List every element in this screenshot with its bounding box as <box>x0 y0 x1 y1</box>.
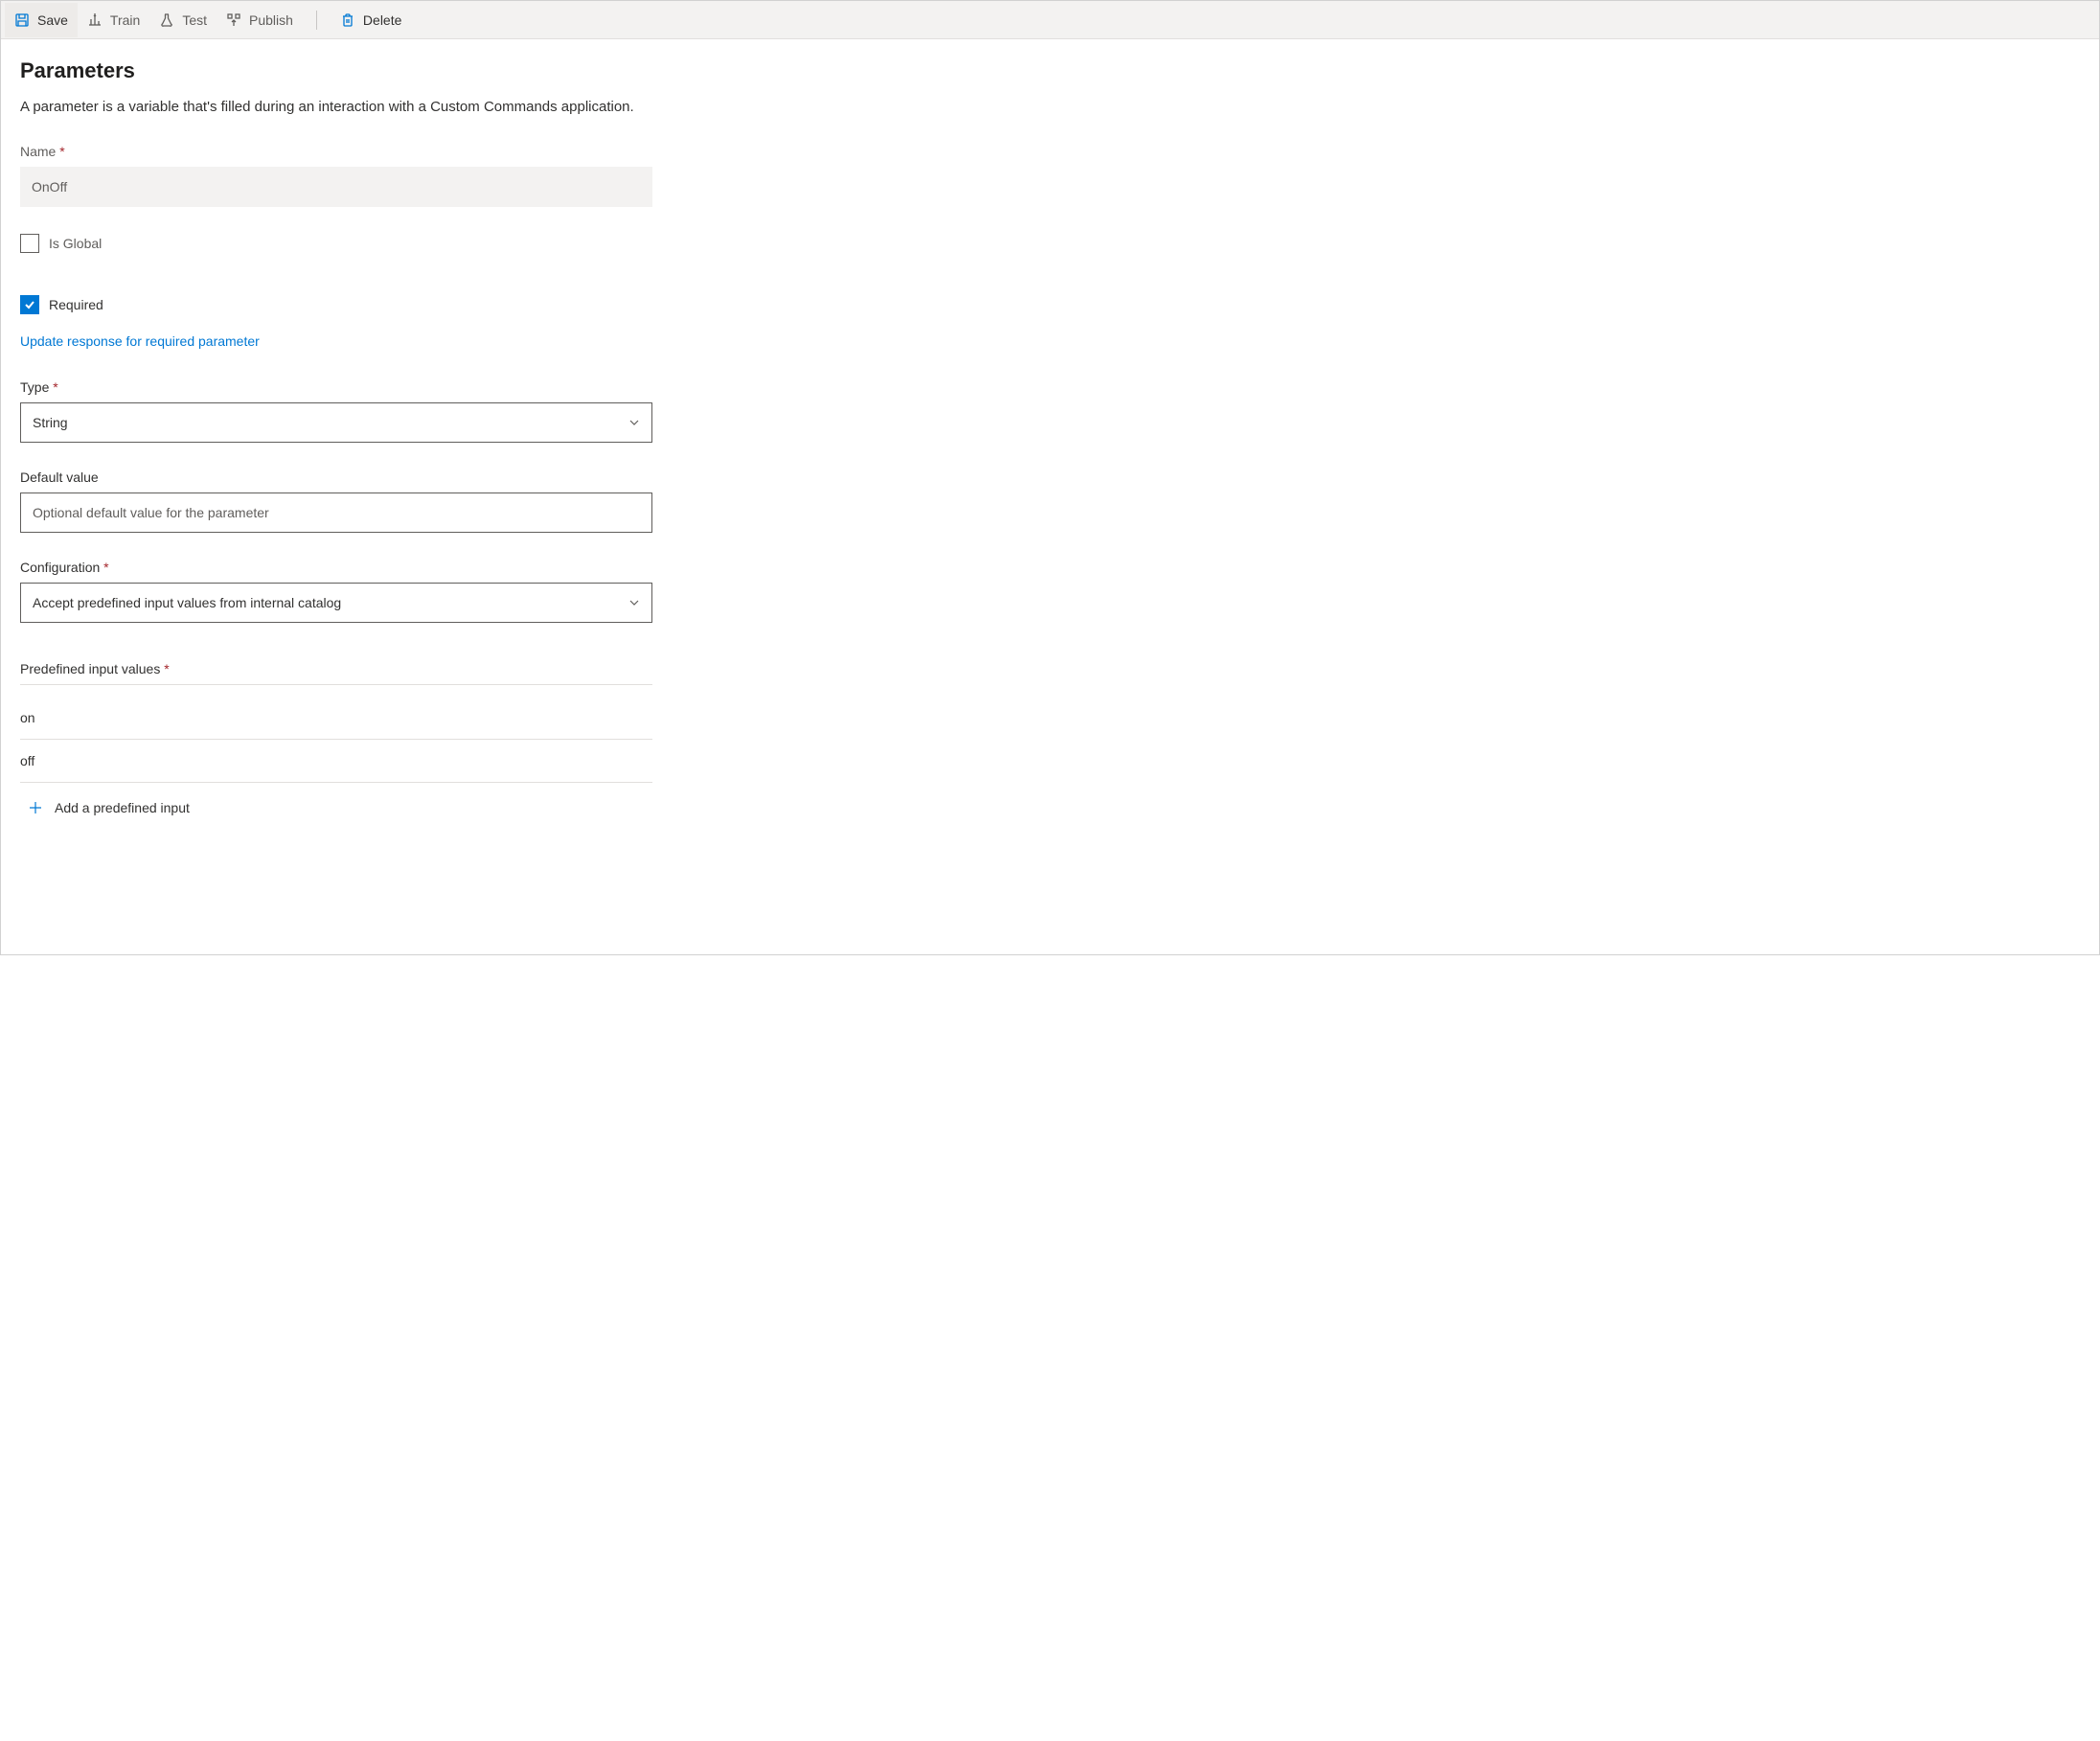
delete-button[interactable]: Delete <box>331 3 411 37</box>
required-star-icon: * <box>59 144 64 159</box>
add-predefined-label: Add a predefined input <box>55 800 190 815</box>
required-row: Required <box>20 295 652 314</box>
configuration-label: Configuration * <box>20 560 652 575</box>
train-label: Train <box>110 12 140 28</box>
publish-icon <box>226 12 241 28</box>
test-icon <box>159 12 174 28</box>
configuration-dropdown[interactable]: Accept predefined input values from inte… <box>20 583 652 623</box>
configuration-field-group: Configuration * Accept predefined input … <box>20 560 652 623</box>
type-value: String <box>33 415 68 430</box>
is-global-checkbox[interactable] <box>20 234 39 253</box>
publish-label: Publish <box>249 12 293 28</box>
name-label: Name * <box>20 144 652 159</box>
save-label: Save <box>37 12 68 28</box>
page-title: Parameters <box>20 58 652 83</box>
toolbar: Save Train Test <box>1 1 2099 39</box>
parameters-editor-window: Save Train Test <box>0 0 2100 955</box>
required-star-icon: * <box>103 560 108 575</box>
is-global-row: Is Global <box>20 234 652 253</box>
delete-label: Delete <box>363 12 401 28</box>
required-label: Required <box>49 297 103 312</box>
required-checkbox[interactable] <box>20 295 39 314</box>
save-button[interactable]: Save <box>5 3 78 37</box>
predefined-values-label: Predefined input values * <box>20 661 652 676</box>
add-predefined-input-button[interactable]: Add a predefined input <box>20 783 652 815</box>
configuration-value: Accept predefined input values from inte… <box>33 595 341 610</box>
train-icon <box>87 12 103 28</box>
is-global-label: Is Global <box>49 236 102 251</box>
required-star-icon: * <box>53 379 57 395</box>
test-label: Test <box>182 12 207 28</box>
chevron-down-icon <box>628 417 640 428</box>
name-input[interactable] <box>20 167 652 207</box>
list-item[interactable]: off <box>20 740 652 783</box>
content-area: Parameters A parameter is a variable tha… <box>1 39 672 835</box>
type-field-group: Type * String <box>20 379 652 443</box>
page-description: A parameter is a variable that's filled … <box>20 99 652 115</box>
type-dropdown[interactable]: String <box>20 402 652 443</box>
name-field-group: Name * <box>20 144 652 207</box>
plus-icon <box>28 800 43 815</box>
default-value-label: Default value <box>20 470 652 485</box>
toolbar-separator <box>316 11 317 30</box>
train-button[interactable]: Train <box>78 3 149 37</box>
delete-icon <box>340 12 355 28</box>
update-response-link[interactable]: Update response for required parameter <box>20 333 260 349</box>
predefined-values-header: Predefined input values * <box>20 661 652 685</box>
default-value-field-group: Default value <box>20 470 652 533</box>
type-label: Type * <box>20 379 652 395</box>
list-item[interactable]: on <box>20 697 652 740</box>
default-value-input[interactable] <box>20 493 652 533</box>
predefined-values-section: Predefined input values * on off Add a p… <box>20 661 652 815</box>
chevron-down-icon <box>628 597 640 608</box>
publish-button[interactable]: Publish <box>217 3 303 37</box>
test-button[interactable]: Test <box>149 3 217 37</box>
required-star-icon: * <box>164 661 169 676</box>
save-icon <box>14 12 30 28</box>
